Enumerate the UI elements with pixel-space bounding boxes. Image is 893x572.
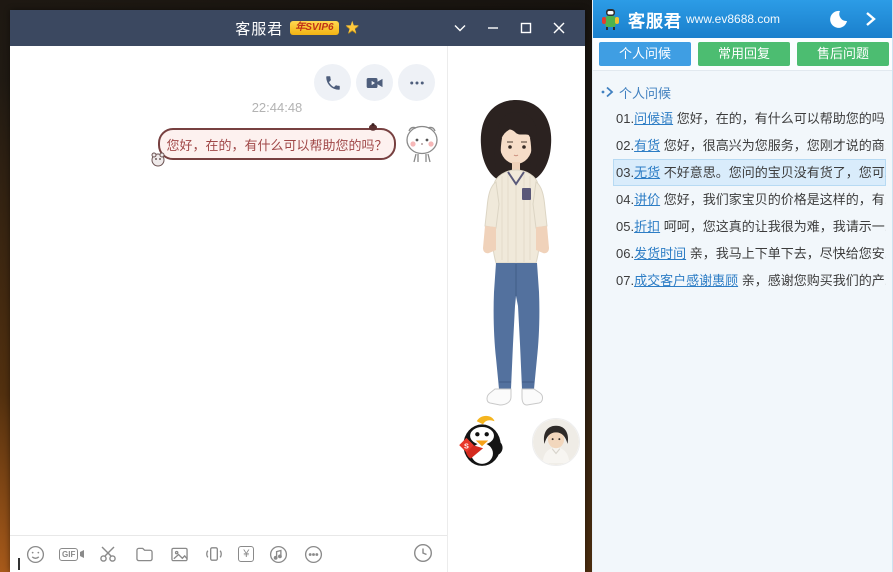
window-title: 客服君 [235, 18, 283, 39]
conversation-area: 22:44:48 您好，在的，有什么可以帮助您的吗？ [10, 46, 447, 572]
collapse-chevron-icon[interactable] [443, 10, 476, 46]
message-bubble: 您好，在的，有什么可以帮助您的吗？ [158, 128, 396, 160]
call-toolbar [314, 64, 435, 101]
qa-item-thank-customer[interactable]: 07.成交客户感谢惠顾 亲，感谢您购买我们的产... [613, 267, 886, 294]
maximize-button[interactable] [509, 10, 542, 46]
qq-show-character [450, 92, 582, 410]
qa-link[interactable]: 无货 [634, 165, 660, 180]
svg-text:S: S [464, 441, 469, 450]
red-packet-icon[interactable]: ¥ [238, 543, 254, 565]
voice-call-button[interactable] [314, 64, 351, 101]
vip-badge: 年SVIP6 [290, 21, 338, 35]
message-history-clock-icon[interactable] [413, 543, 435, 565]
qa-link[interactable]: 发货时间 [634, 246, 686, 261]
assistant-title: 客服君 [628, 7, 682, 32]
qa-item-greeting[interactable]: 01.问候语 您好，在的，有什么可以帮助您的吗... [613, 105, 886, 132]
gif-hot-image-icon[interactable]: GIF [59, 543, 85, 565]
titlebar: 客服君 年SVIP6 ★ [10, 10, 585, 46]
tab-aftersales-issues[interactable]: 售后问题 [797, 42, 889, 66]
input-toolbar: GIF [10, 536, 447, 572]
qa-item-shipping-time[interactable]: 06.发货时间 亲，我马上下单下去，尽快给您安... [613, 240, 886, 267]
star-icon: ★ [345, 18, 360, 38]
section-header: 个人问候 [601, 82, 671, 102]
close-button[interactable] [542, 10, 575, 46]
music-icon[interactable] [267, 543, 289, 565]
assistant-panel: 客服君 www.ev8688.com 个人问候 常用回复 售后问题 个人问候 0… [592, 0, 893, 572]
chat-window: 客服君 年SVIP6 ★ [10, 10, 585, 572]
ellipsis-icon [408, 74, 426, 92]
qa-link[interactable]: 折扣 [634, 219, 660, 234]
user-photo-avatar[interactable] [532, 418, 580, 466]
sticker-face-avatar[interactable] [402, 122, 442, 166]
video-call-button[interactable] [356, 64, 393, 101]
video-camera-icon [365, 73, 385, 93]
mascot-icon [601, 7, 620, 31]
assistant-url: www.ev8688.com [686, 12, 780, 26]
image-icon[interactable] [168, 543, 190, 565]
section-title: 个人问候 [619, 83, 671, 102]
file-folder-icon[interactable] [133, 543, 155, 565]
qa-item-bargaining[interactable]: 04.讲价 您好，我们家宝贝的价格是这样的，有... [613, 186, 886, 213]
tab-common-replies[interactable]: 常用回复 [698, 42, 790, 66]
message-text: 您好，在的，有什么可以帮助您的吗？ [166, 135, 387, 154]
more-tools-icon[interactable] [302, 543, 324, 565]
qq-show-stage: S [448, 46, 585, 572]
expand-chevron-right-icon[interactable] [860, 9, 880, 29]
screenshot-scissors-icon[interactable] [98, 543, 120, 565]
night-mode-moon-icon[interactable] [828, 9, 848, 29]
qa-item-out-of-stock[interactable]: → 03.无货 不好意思。您问的宝贝没有货了，您可... [613, 159, 886, 186]
more-actions-button[interactable] [398, 64, 435, 101]
emoji-icon[interactable] [24, 543, 46, 565]
qa-link[interactable]: 成交客户感谢惠顾 [634, 273, 738, 288]
assistant-tabs: 个人问候 常用回复 售后问题 [593, 38, 892, 70]
phone-icon [324, 74, 342, 92]
bubble-bug-decoration [368, 123, 378, 131]
qa-link[interactable]: 问候语 [634, 111, 673, 126]
qa-link[interactable]: 有货 [634, 138, 660, 153]
tab-personal-greeting[interactable]: 个人问候 [599, 42, 691, 66]
window-shake-icon[interactable] [203, 543, 225, 565]
minimize-button[interactable] [476, 10, 509, 46]
qa-list: 01.问候语 您好，在的，有什么可以帮助您的吗... 02.有货 您好，很高兴为… [593, 105, 892, 294]
tab-separator [593, 70, 892, 71]
window-controls [443, 10, 575, 46]
qq-penguin-avatar[interactable]: S [456, 414, 506, 468]
section-arrow-icon [601, 86, 615, 98]
assistant-header: 客服君 www.ev8688.com [593, 0, 892, 38]
qa-link[interactable]: 讲价 [634, 192, 660, 207]
input-caret [18, 558, 20, 570]
message-timestamp: 22:44:48 [158, 100, 396, 115]
bubble-mouse-decoration [151, 151, 165, 167]
chat-body: 22:44:48 您好，在的，有什么可以帮助您的吗？ [10, 46, 585, 572]
qa-item-in-stock[interactable]: 02.有货 您好，很高兴为您服务，您刚才说的商... [613, 132, 886, 159]
qa-item-discount[interactable]: 05.折扣 呵呵，您这真的让我很为难，我请示一... [613, 213, 886, 240]
